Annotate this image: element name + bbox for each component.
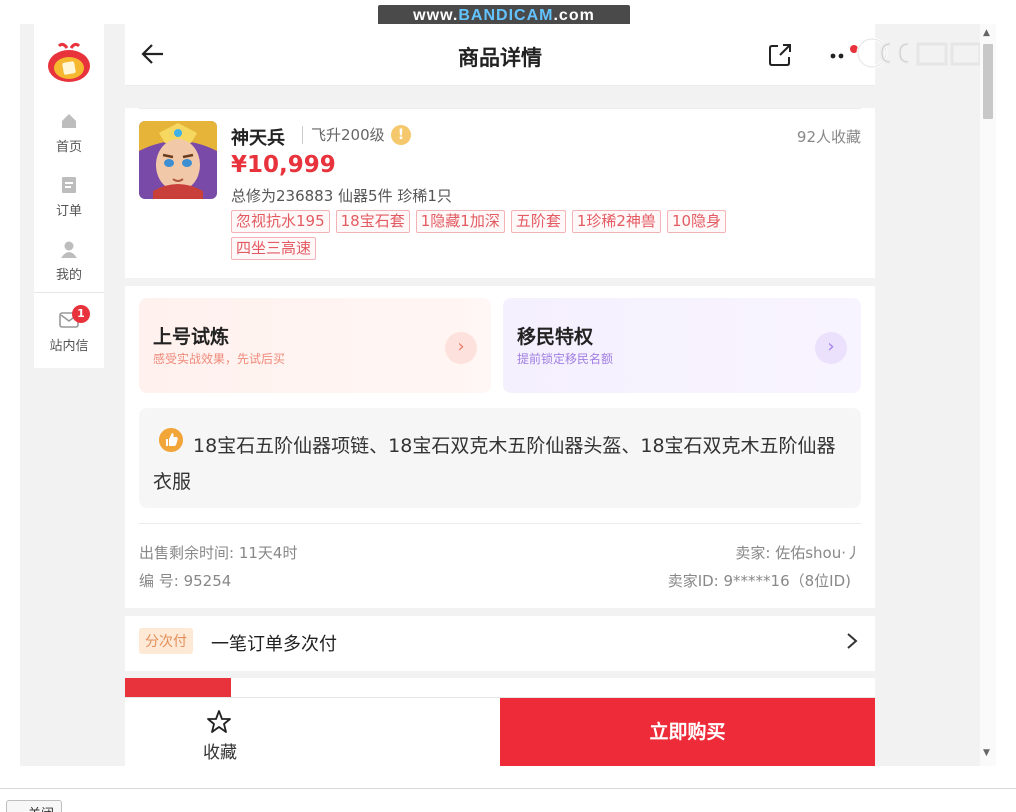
favorite-label: 收藏	[203, 743, 237, 763]
chevron-right-icon[interactable]: ›	[815, 332, 847, 364]
page-title: 商品详情	[458, 46, 542, 70]
product-info-card: 上号试炼 感受实战效果，先试后买 › 移民特权 提前锁定移民名额 › 18宝石五…	[125, 286, 875, 608]
remaining-time: 出售剩余时间: 11天4时	[139, 544, 298, 562]
cc-watermark-logo	[856, 37, 982, 69]
feature-tag: 四坐三高速	[231, 237, 317, 260]
promo-title: 上号试炼	[153, 326, 230, 348]
feature-tag: 10隐身	[666, 210, 727, 233]
footer-divider	[0, 788, 1016, 789]
highlight-text: 18宝石五阶仙器项链、18宝石双克木五阶仙器头盔、18宝石双克木五阶仙器衣服	[153, 435, 836, 493]
seller-id: 卖家ID: 9*****16（8位ID)	[667, 572, 851, 590]
top-header: 商品详情	[125, 24, 875, 86]
character-level: 飞升200级	[302, 126, 385, 144]
bottom-action-bar: 收藏 立即购买	[125, 697, 875, 766]
installment-pill: 分次付	[139, 628, 193, 654]
price: ¥10,999	[231, 152, 336, 178]
sidebar-item-orders[interactable]: 订单	[34, 176, 104, 219]
share-icon[interactable]	[766, 41, 794, 69]
order-icon	[62, 177, 76, 193]
favorite-button[interactable]: 收藏	[125, 698, 315, 766]
chevron-right-icon[interactable]: ›	[445, 332, 477, 364]
product-detail-view: 神天兵 飞升200级 ! 92人收藏 ¥10,999 总修为236883 仙器5…	[125, 24, 875, 766]
info-warning-icon[interactable]: !	[391, 125, 411, 145]
unread-badge: 1	[72, 305, 90, 323]
trial-play-banner[interactable]: 上号试炼 感受实战效果，先试后买 ›	[139, 298, 491, 393]
feature-tag: 五阶套	[510, 210, 566, 233]
chevron-right-icon	[847, 633, 858, 649]
feature-tag: 1隐藏1加深	[415, 210, 505, 233]
sidebar-item-messages[interactable]: 1 站内信	[34, 305, 104, 354]
tag-list: 忽视抗水195 18宝石套 1隐藏1加深 五阶套 1珍稀2神兽 10隐身四坐三高速	[231, 210, 791, 264]
sidebar-item-label: 站内信	[49, 339, 89, 354]
divider	[139, 108, 861, 109]
sidebar-divider	[34, 292, 104, 293]
listing-number: 编 号: 95254	[139, 572, 232, 590]
product-summary-card: 神天兵 飞升200级 ! 92人收藏 ¥10,999 总修为236883 仙器5…	[125, 108, 875, 278]
vertical-scrollbar[interactable]: ▲ ▼	[980, 24, 996, 766]
installment-row[interactable]: 分次付 一笔订单多次付	[125, 616, 875, 671]
promo-subtitle: 提前锁定移民名额	[517, 352, 614, 366]
sidebar-item-label: 订单	[55, 204, 82, 219]
feature-tag: 1珍稀2神兽	[571, 210, 661, 233]
installment-text: 一笔订单多次付	[211, 634, 337, 655]
favorite-count: 92人收藏	[796, 128, 861, 146]
seller-name: 卖家: 佐佑shou·丿	[735, 544, 861, 562]
feature-tag: 忽视抗水195	[231, 210, 330, 233]
feature-tag: 18宝石套	[335, 210, 410, 233]
migration-privilege-banner[interactable]: 移民特权 提前锁定移民名额 ›	[503, 298, 861, 393]
star-icon	[207, 710, 231, 733]
user-icon	[61, 241, 77, 258]
scroll-down-arrow-icon[interactable]: ▼	[983, 748, 990, 758]
highlight-box: 18宝石五阶仙器项链、18宝石双克木五阶仙器头盔、18宝石双克木五阶仙器衣服	[139, 408, 861, 508]
character-portrait-image	[139, 121, 217, 199]
promo-title: 移民特权	[517, 326, 594, 348]
buy-now-button[interactable]: 立即购买	[500, 698, 875, 766]
scroll-thumb[interactable]	[983, 44, 993, 119]
close-button[interactable]: 关闭	[6, 800, 62, 812]
sidebar-item-label: 首页	[55, 140, 82, 155]
character-stats: 总修为236883 仙器5件 珍稀1只	[231, 187, 452, 205]
promo-subtitle: 感受实战效果，先试后买	[153, 352, 286, 366]
sidebar-item-home[interactable]: 首页	[34, 112, 104, 155]
character-name: 神天兵	[231, 128, 285, 149]
left-sidebar: 首页 订单 我的 1 站内信	[34, 24, 104, 368]
home-icon	[62, 114, 76, 128]
scroll-up-arrow-icon[interactable]: ▲	[983, 28, 990, 38]
app-logo-icon[interactable]	[45, 38, 93, 86]
divider	[139, 523, 861, 524]
sidebar-item-profile[interactable]: 我的	[34, 240, 104, 283]
character-avatar[interactable]	[139, 121, 217, 199]
sidebar-item-label: 我的	[55, 268, 82, 283]
